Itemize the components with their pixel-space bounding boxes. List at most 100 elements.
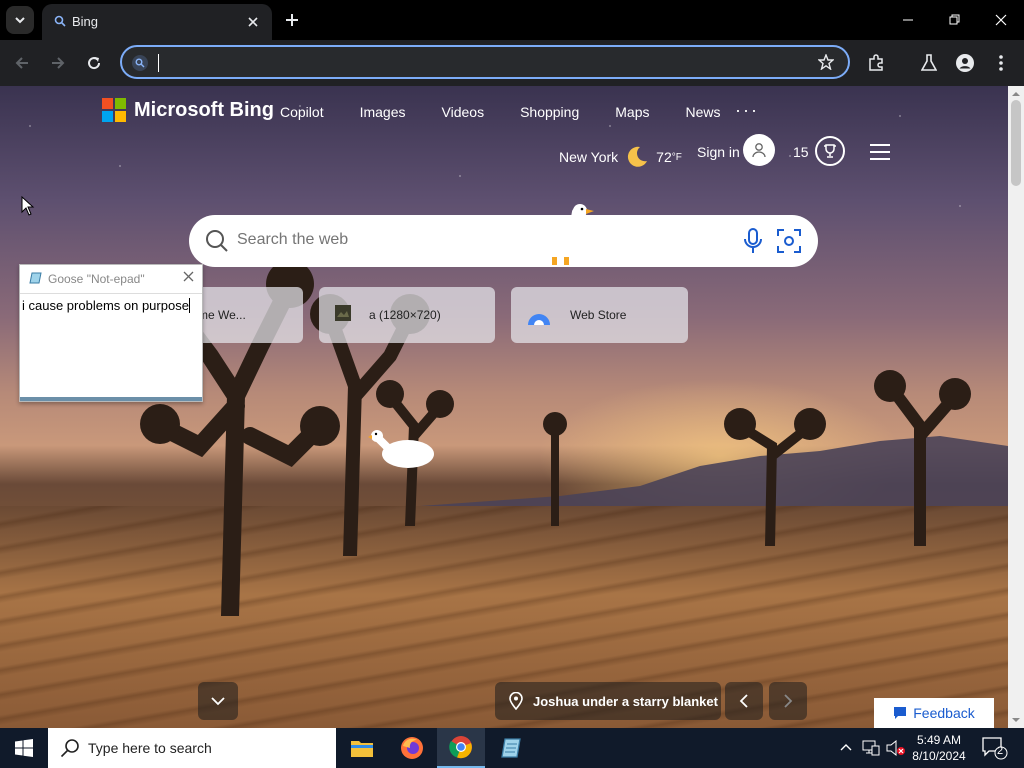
minimize-icon	[903, 19, 913, 21]
page-scrollbar[interactable]	[1008, 86, 1024, 728]
search-icon	[60, 739, 79, 758]
tab-title: Bing	[72, 14, 99, 29]
moon-icon	[628, 146, 648, 167]
image-caption[interactable]: Joshua under a starry blanket	[495, 682, 721, 720]
more-menu-icon[interactable]: ···	[735, 100, 759, 121]
extensions-button[interactable]	[865, 52, 887, 74]
tab-strip: Bing	[0, 0, 1024, 40]
scrollbar-thumb[interactable]	[1011, 100, 1021, 186]
taskbar-search-placeholder: Type here to search	[88, 740, 212, 756]
joshua-tree	[543, 412, 567, 526]
notepad-title: Goose "Not-epad"	[48, 272, 145, 286]
start-button[interactable]	[0, 728, 48, 768]
nav-maps[interactable]: Maps	[615, 104, 649, 120]
quick-link-tile[interactable]: a (1280×720)	[319, 287, 495, 343]
scroll-up-arrow-icon[interactable]	[1012, 90, 1020, 98]
notepad-title-bar[interactable]: Goose "Not-epad"	[20, 265, 202, 291]
chrome-web-store-icon	[528, 314, 550, 325]
hamburger-menu-icon[interactable]	[870, 144, 890, 165]
notification-icon	[982, 737, 1008, 760]
notification-count: 2	[997, 745, 1004, 757]
nav-news[interactable]: News	[685, 104, 720, 120]
tab-bing[interactable]: Bing	[42, 4, 272, 40]
quick-link-tile[interactable]: Web Store	[511, 287, 688, 343]
restore-button[interactable]	[932, 0, 978, 40]
bookmark-star-icon[interactable]	[818, 54, 834, 70]
weather-widget[interactable]: New York 72 °F	[559, 144, 682, 170]
goose-notepad-window[interactable]: Goose "Not-epad" i cause problems on pur…	[19, 264, 203, 402]
rewards-points[interactable]: 15	[793, 144, 809, 160]
taskbar-firefox[interactable]	[388, 728, 436, 768]
tile-label: a (1280×720)	[369, 308, 441, 322]
clock-date: 8/10/2024	[912, 749, 966, 763]
feedback-icon	[894, 707, 907, 719]
flask-icon	[921, 54, 937, 71]
back-button[interactable]	[10, 51, 34, 75]
text-caret	[158, 54, 159, 72]
reload-icon	[88, 57, 101, 70]
scroll-down-arrow-icon[interactable]	[1012, 716, 1020, 724]
labs-button[interactable]	[918, 52, 940, 74]
search-input[interactable]	[237, 231, 717, 249]
close-window-button[interactable]	[978, 0, 1024, 40]
goose-icon	[540, 204, 594, 265]
taskbar-search-box[interactable]: Type here to search	[48, 728, 336, 768]
kebab-menu-icon	[999, 55, 1003, 71]
bing-logo-text: Microsoft Bing	[134, 98, 274, 121]
scroll-down-button[interactable]	[198, 682, 238, 720]
nav-images[interactable]: Images	[360, 104, 406, 120]
reload-button[interactable]	[82, 51, 106, 75]
taskbar-file-explorer[interactable]	[338, 728, 386, 768]
goose-icon	[368, 430, 434, 468]
tile-label: Web Store	[570, 308, 627, 322]
notepad-bottom-bar	[20, 397, 202, 401]
close-icon[interactable]	[183, 271, 194, 282]
profile-icon	[956, 54, 974, 72]
user-icon	[752, 143, 766, 158]
nav-copilot[interactable]: Copilot	[280, 104, 324, 120]
rewards-button[interactable]	[815, 136, 845, 166]
taskbar-chrome[interactable]	[437, 728, 485, 768]
chevron-down-icon	[15, 17, 25, 24]
firefox-icon	[401, 737, 423, 759]
visual-search-icon[interactable]	[776, 228, 802, 254]
volume-muted-icon[interactable]	[886, 740, 906, 756]
next-image-button[interactable]	[769, 682, 807, 720]
sign-in-link[interactable]: Sign in	[697, 144, 740, 160]
taskbar-notepad[interactable]	[486, 728, 534, 768]
nav-videos[interactable]: Videos	[442, 104, 485, 120]
address-bar[interactable]	[120, 45, 850, 79]
system-clock[interactable]: 5:49 AM 8/10/2024	[908, 732, 970, 764]
microsoft-logo-icon	[102, 98, 126, 122]
weather-city: New York	[559, 149, 619, 165]
nav-shopping[interactable]: Shopping	[520, 104, 579, 120]
minimize-button[interactable]	[885, 0, 931, 40]
chevron-up-icon[interactable]	[840, 742, 852, 752]
feedback-button[interactable]: Feedback	[874, 698, 994, 728]
chevron-right-icon	[784, 694, 793, 708]
close-tab-icon[interactable]	[244, 13, 262, 31]
notepad-text-area[interactable]: i cause problems on purpose	[20, 293, 202, 397]
joshua-tree	[874, 370, 971, 546]
mouse-cursor-icon	[21, 196, 35, 216]
joshua-tree	[724, 408, 826, 546]
network-icon[interactable]	[862, 740, 880, 756]
close-icon	[995, 14, 1007, 26]
bing-logo[interactable]: Microsoft Bing	[102, 98, 274, 122]
chevron-left-icon	[739, 694, 748, 708]
profile-button[interactable]	[954, 52, 976, 74]
address-input[interactable]	[156, 52, 796, 72]
notepad-icon	[29, 272, 42, 284]
menu-button[interactable]	[990, 52, 1012, 74]
feedback-label: Feedback	[913, 705, 975, 721]
notification-center-button[interactable]: 2	[982, 736, 1008, 765]
new-tab-button[interactable]	[282, 10, 302, 30]
forward-button[interactable]	[46, 51, 70, 75]
search-icon	[132, 55, 148, 71]
avatar[interactable]	[743, 134, 775, 166]
previous-image-button[interactable]	[725, 682, 763, 720]
microphone-icon[interactable]	[741, 227, 765, 255]
notepad-text: i cause problems on purpose	[22, 298, 190, 313]
tab-search-button[interactable]	[6, 6, 34, 34]
puzzle-icon	[869, 54, 883, 71]
